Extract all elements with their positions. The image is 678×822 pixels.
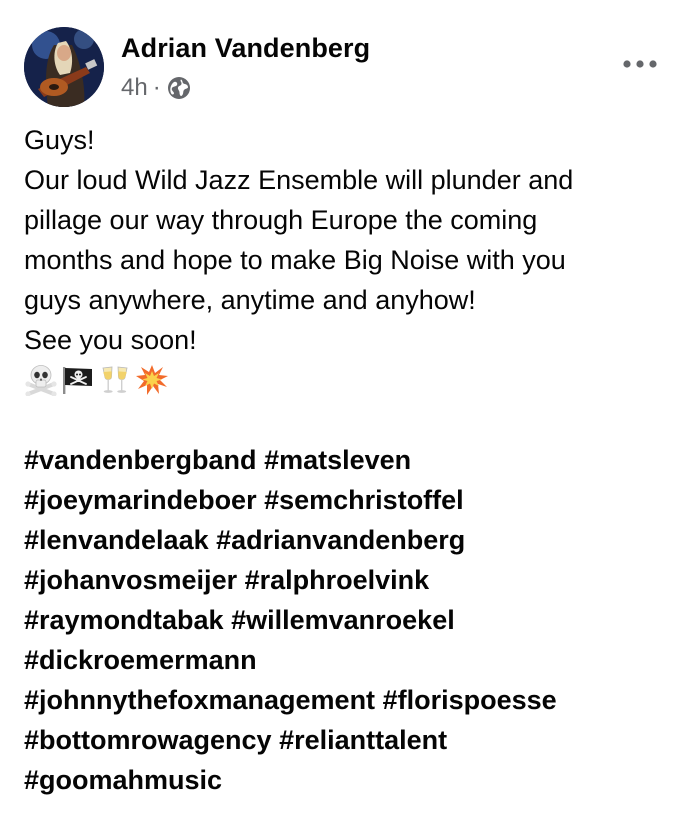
- hashtag-line: #goomahmusic: [24, 760, 660, 800]
- hashtag-link[interactable]: #relianttalent: [279, 725, 447, 755]
- hashtag-link[interactable]: #semchristoffel: [264, 485, 464, 515]
- more-options-button[interactable]: [620, 49, 660, 79]
- hashtag-link[interactable]: #raymondtabak: [24, 605, 224, 635]
- hashtag-link[interactable]: #lenvandelaak: [24, 525, 209, 555]
- hashtag-line: #raymondtabak #willemvanroekel: [24, 600, 660, 640]
- post-timestamp[interactable]: 4h: [121, 74, 148, 102]
- clinking-glasses-icon: [102, 366, 128, 393]
- collision-icon: [136, 365, 168, 395]
- post-card: Adrian Vandenberg 4h · Guys! Our loud Wi…: [0, 0, 678, 822]
- post-text: Guys! Our loud Wild Jazz Ensemble will p…: [24, 120, 660, 800]
- more-horizontal-icon: [623, 60, 657, 68]
- hashtag-link[interactable]: #dickroemermann: [24, 645, 257, 675]
- post-header: Adrian Vandenberg 4h ·: [24, 27, 660, 107]
- hashtag-link[interactable]: #johnnythefoxmanagement: [24, 685, 375, 715]
- hashtag-link[interactable]: #vandenbergband: [24, 445, 257, 475]
- hashtag-line: #johanvosmeijer #ralphroelvink: [24, 560, 660, 600]
- post-line: pillage our way through Europe the comin…: [24, 205, 538, 235]
- pirate-flag-icon: [63, 367, 92, 394]
- post-line: guys anywhere, anytime and anyhow!: [24, 285, 476, 315]
- hashtag-link[interactable]: #adrianvandenberg: [216, 525, 465, 555]
- globe-icon[interactable]: [167, 76, 191, 100]
- hashtag-link[interactable]: #johanvosmeijer: [24, 565, 237, 595]
- avatar[interactable]: [24, 27, 104, 107]
- author-name[interactable]: Adrian Vandenberg: [121, 33, 370, 64]
- avatar-photo-icon: [24, 27, 104, 107]
- emoji-row: [24, 360, 660, 400]
- post-line: Guys!: [24, 125, 95, 155]
- hashtag-link[interactable]: #ralphroelvink: [245, 565, 430, 595]
- hashtag-link[interactable]: #goomahmusic: [24, 765, 222, 795]
- post-line: See you soon!: [24, 325, 197, 355]
- post-meta: 4h ·: [121, 73, 191, 103]
- hashtag-line: #joeymarindeboer #semchristoffel: [24, 480, 660, 520]
- hashtag-line: #bottomrowagency #relianttalent: [24, 720, 660, 760]
- hashtag-link[interactable]: #bottomrowagency: [24, 725, 272, 755]
- hashtag-line: #johnnythefoxmanagement #florispoesse: [24, 680, 660, 720]
- post-line: Our loud Wild Jazz Ensemble will plunder…: [24, 165, 574, 195]
- hashtag-line: #lenvandelaak #adrianvandenberg: [24, 520, 660, 560]
- hashtag-link[interactable]: #florispoesse: [383, 685, 557, 715]
- skull-and-crossbones-icon: [25, 365, 57, 396]
- hashtag-line: #dickroemermann: [24, 640, 660, 680]
- post-line: months and hope to make Big Noise with y…: [24, 245, 566, 275]
- hashtag-link[interactable]: #matsleven: [264, 445, 411, 475]
- hashtag-link[interactable]: #willemvanroekel: [231, 605, 455, 635]
- hashtag-line: #vandenbergband #matsleven: [24, 440, 660, 480]
- meta-separator: ·: [152, 74, 161, 101]
- hashtag-link[interactable]: #joeymarindeboer: [24, 485, 257, 515]
